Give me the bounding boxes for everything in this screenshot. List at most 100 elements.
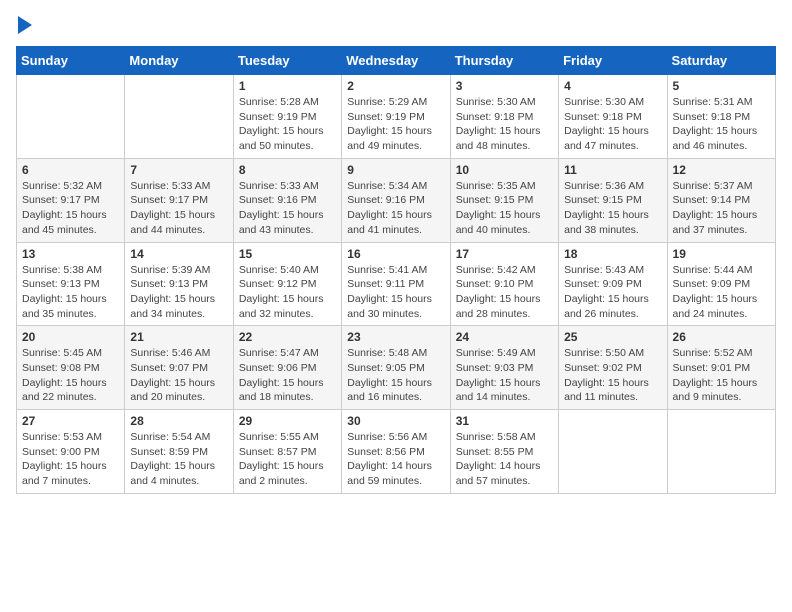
calendar-cell: 4 Sunrise: 5:30 AM Sunset: 9:18 PM Daylig… [559,75,667,159]
day-info: Sunrise: 5:35 AM Sunset: 9:15 PM Dayligh… [456,179,553,238]
logo [16,16,32,34]
calendar-cell [559,410,667,494]
day-info: Sunrise: 5:44 AM Sunset: 9:09 PM Dayligh… [673,263,770,322]
logo-triangle-icon [18,16,32,34]
day-number: 3 [456,79,553,93]
day-number: 2 [347,79,444,93]
calendar-cell: 9 Sunrise: 5:34 AM Sunset: 9:16 PM Daylig… [342,158,450,242]
day-info: Sunrise: 5:30 AM Sunset: 9:18 PM Dayligh… [564,95,661,154]
calendar-header-monday: Monday [125,47,233,75]
day-number: 12 [673,163,770,177]
calendar-week-row: 20 Sunrise: 5:45 AM Sunset: 9:08 PM Dayli… [17,326,776,410]
calendar-cell: 7 Sunrise: 5:33 AM Sunset: 9:17 PM Daylig… [125,158,233,242]
day-number: 26 [673,330,770,344]
day-info: Sunrise: 5:52 AM Sunset: 9:01 PM Dayligh… [673,346,770,405]
day-number: 16 [347,247,444,261]
day-info: Sunrise: 5:58 AM Sunset: 8:55 PM Dayligh… [456,430,553,489]
calendar-cell [125,75,233,159]
day-number: 25 [564,330,661,344]
calendar-week-row: 27 Sunrise: 5:53 AM Sunset: 9:00 PM Dayli… [17,410,776,494]
calendar-cell: 5Sunrise: 5:31 AM Sunset: 9:18 PM Daylig… [667,75,775,159]
day-number: 11 [564,163,661,177]
day-info: Sunrise: 5:50 AM Sunset: 9:02 PM Dayligh… [564,346,661,405]
day-info: Sunrise: 5:47 AM Sunset: 9:06 PM Dayligh… [239,346,336,405]
day-number: 24 [456,330,553,344]
calendar-cell: 3 Sunrise: 5:30 AM Sunset: 9:18 PM Daylig… [450,75,558,159]
calendar-week-row: 6Sunrise: 5:32 AM Sunset: 9:17 PM Daylig… [17,158,776,242]
calendar-cell [667,410,775,494]
calendar-table: SundayMondayTuesdayWednesdayThursdayFrid… [16,46,776,494]
day-number: 14 [130,247,227,261]
day-info: Sunrise: 5:41 AM Sunset: 9:11 PM Dayligh… [347,263,444,322]
calendar-header-thursday: Thursday [450,47,558,75]
day-info: Sunrise: 5:37 AM Sunset: 9:14 PM Dayligh… [673,179,770,238]
calendar-cell: 29Sunrise: 5:55 AM Sunset: 8:57 PM Dayli… [233,410,341,494]
day-number: 28 [130,414,227,428]
calendar-cell: 2 Sunrise: 5:29 AM Sunset: 9:19 PM Daylig… [342,75,450,159]
day-number: 7 [130,163,227,177]
day-number: 18 [564,247,661,261]
day-number: 19 [673,247,770,261]
day-number: 1 [239,79,336,93]
day-number: 5 [673,79,770,93]
day-info: Sunrise: 5:36 AM Sunset: 9:15 PM Dayligh… [564,179,661,238]
day-info: Sunrise: 5:38 AM Sunset: 9:13 PM Dayligh… [22,263,119,322]
day-info: Sunrise: 5:49 AM Sunset: 9:03 PM Dayligh… [456,346,553,405]
day-info: Sunrise: 5:30 AM Sunset: 9:18 PM Dayligh… [456,95,553,154]
day-number: 15 [239,247,336,261]
calendar-cell: 21Sunrise: 5:46 AM Sunset: 9:07 PM Dayli… [125,326,233,410]
day-info: Sunrise: 5:56 AM Sunset: 8:56 PM Dayligh… [347,430,444,489]
calendar-cell: 15Sunrise: 5:40 AM Sunset: 9:12 PM Dayli… [233,242,341,326]
calendar-cell: 17 Sunrise: 5:42 AM Sunset: 9:10 PM Dayli… [450,242,558,326]
calendar-cell: 1 Sunrise: 5:28 AM Sunset: 9:19 PM Daylig… [233,75,341,159]
day-info: Sunrise: 5:45 AM Sunset: 9:08 PM Dayligh… [22,346,119,405]
calendar-cell: 12 Sunrise: 5:37 AM Sunset: 9:14 PM Dayli… [667,158,775,242]
day-info: Sunrise: 5:53 AM Sunset: 9:00 PM Dayligh… [22,430,119,489]
day-info: Sunrise: 5:32 AM Sunset: 9:17 PM Dayligh… [22,179,119,238]
day-number: 22 [239,330,336,344]
day-number: 27 [22,414,119,428]
calendar-cell: 20 Sunrise: 5:45 AM Sunset: 9:08 PM Dayli… [17,326,125,410]
header [16,16,776,34]
calendar-header-wednesday: Wednesday [342,47,450,75]
day-info: Sunrise: 5:42 AM Sunset: 9:10 PM Dayligh… [456,263,553,322]
day-number: 30 [347,414,444,428]
calendar-cell [17,75,125,159]
day-number: 8 [239,163,336,177]
calendar-cell: 22 Sunrise: 5:47 AM Sunset: 9:06 PM Dayli… [233,326,341,410]
calendar-header-friday: Friday [559,47,667,75]
calendar-header-sunday: Sunday [17,47,125,75]
calendar-header-tuesday: Tuesday [233,47,341,75]
calendar-cell: 24 Sunrise: 5:49 AM Sunset: 9:03 PM Dayli… [450,326,558,410]
day-number: 23 [347,330,444,344]
day-info: Sunrise: 5:55 AM Sunset: 8:57 PM Dayligh… [239,430,336,489]
day-info: Sunrise: 5:54 AM Sunset: 8:59 PM Dayligh… [130,430,227,489]
day-info: Sunrise: 5:48 AM Sunset: 9:05 PM Dayligh… [347,346,444,405]
calendar-cell: 11 Sunrise: 5:36 AM Sunset: 9:15 PM Dayli… [559,158,667,242]
day-info: Sunrise: 5:29 AM Sunset: 9:19 PM Dayligh… [347,95,444,154]
day-info: Sunrise: 5:34 AM Sunset: 9:16 PM Dayligh… [347,179,444,238]
day-number: 10 [456,163,553,177]
calendar-cell: 19 Sunrise: 5:44 AM Sunset: 9:09 PM Dayli… [667,242,775,326]
calendar-cell: 26 Sunrise: 5:52 AM Sunset: 9:01 PM Dayli… [667,326,775,410]
calendar-cell: 18 Sunrise: 5:43 AM Sunset: 9:09 PM Dayli… [559,242,667,326]
day-number: 20 [22,330,119,344]
calendar-cell: 16 Sunrise: 5:41 AM Sunset: 9:11 PM Dayli… [342,242,450,326]
calendar-cell: 10 Sunrise: 5:35 AM Sunset: 9:15 PM Dayli… [450,158,558,242]
day-info: Sunrise: 5:33 AM Sunset: 9:16 PM Dayligh… [239,179,336,238]
calendar-cell: 25 Sunrise: 5:50 AM Sunset: 9:02 PM Dayli… [559,326,667,410]
calendar-cell: 6Sunrise: 5:32 AM Sunset: 9:17 PM Daylig… [17,158,125,242]
calendar-cell: 13Sunrise: 5:38 AM Sunset: 9:13 PM Dayli… [17,242,125,326]
day-info: Sunrise: 5:33 AM Sunset: 9:17 PM Dayligh… [130,179,227,238]
calendar-body: 1 Sunrise: 5:28 AM Sunset: 9:19 PM Daylig… [17,75,776,494]
calendar-cell: 30 Sunrise: 5:56 AM Sunset: 8:56 PM Dayli… [342,410,450,494]
calendar-header-saturday: Saturday [667,47,775,75]
day-info: Sunrise: 5:28 AM Sunset: 9:19 PM Dayligh… [239,95,336,154]
day-number: 17 [456,247,553,261]
day-number: 9 [347,163,444,177]
day-info: Sunrise: 5:43 AM Sunset: 9:09 PM Dayligh… [564,263,661,322]
day-number: 4 [564,79,661,93]
calendar-cell: 8 Sunrise: 5:33 AM Sunset: 9:16 PM Daylig… [233,158,341,242]
calendar-week-row: 13Sunrise: 5:38 AM Sunset: 9:13 PM Dayli… [17,242,776,326]
day-info: Sunrise: 5:39 AM Sunset: 9:13 PM Dayligh… [130,263,227,322]
